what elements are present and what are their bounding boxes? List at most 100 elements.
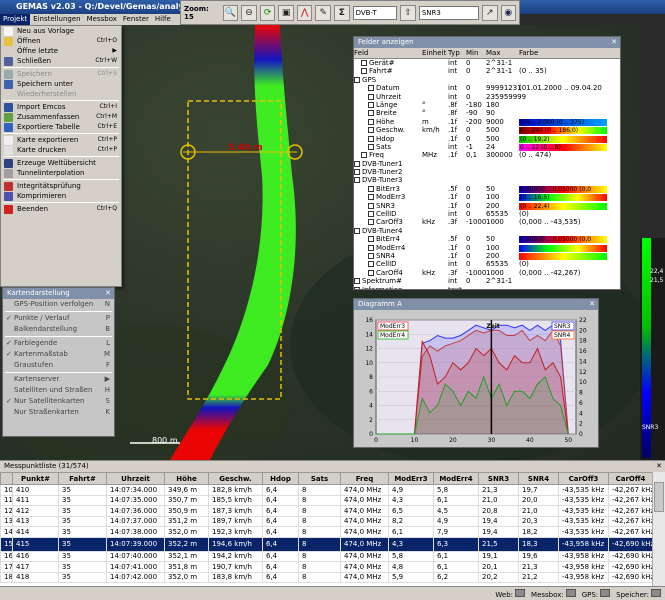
color-scale-bar[interactable]: (0 .. 16,5) (519, 194, 607, 202)
arrow-up-icon[interactable]: ⇧ (400, 4, 416, 21)
close-icon[interactable]: ✕ (105, 288, 111, 299)
column-header[interactable]: Hdop (262, 472, 299, 485)
felder-row[interactable]: DVB-Tuner1 (354, 160, 620, 168)
felder-cell-farbe[interactable] (519, 176, 607, 184)
menu-projekt[interactable]: Projekt (0, 14, 31, 25)
felder-row[interactable]: Hdop .1f 0 500 (0 .. 19,2) (354, 135, 620, 143)
felder-row[interactable]: DVB-Tuner4 (354, 227, 620, 235)
column-header[interactable] (0, 472, 13, 485)
felder-cell-farbe[interactable]: (0,000 .. -42,267) (519, 269, 607, 277)
felder-cell-farbe[interactable]: (0) (519, 210, 607, 218)
menu-item-1[interactable]: Öffnen Ctrl+O (1, 36, 121, 46)
table-row[interactable]: 12 412 35 14:07:36.000 350,9 m 187,3 km/h 6,4 8… (0, 505, 653, 517)
messpunkt-title-bar[interactable]: Messpunktliste (31/574) ✕ (0, 461, 665, 472)
menu-item-22[interactable]: Beenden Ctrl+Q (1, 204, 121, 214)
menu-item-14[interactable]: Karte drucken Ctrl+P (1, 145, 121, 155)
checkbox-icon[interactable] (368, 118, 374, 125)
table-row[interactable]: 15 415 35 14:07:39.000 352,2 m 194,6 km/h 6,4 8… (0, 536, 653, 552)
checkbox-icon[interactable] (368, 202, 374, 209)
standard-select[interactable]: DVB-T (352, 5, 398, 20)
color-scale-bar[interactable]: 0 .. 240 (0 .. 186,0) (519, 127, 607, 135)
checkbox-icon[interactable] (354, 227, 360, 234)
felder-row[interactable]: ModErr3 .1f 0 100 (0 .. 16,5) (354, 193, 620, 202)
felder-row[interactable]: Höhe m .1f -200 9000 -50 .. 2.000 (0 .. 375) (354, 118, 620, 126)
checkbox-icon[interactable] (368, 135, 374, 142)
felder-cell-farbe[interactable]: 0 .. 12 (0 .. 8) (519, 143, 607, 151)
camera-icon[interactable]: ▣ (278, 4, 294, 21)
menu-item-6[interactable]: Speichern unter (1, 79, 121, 89)
menu-item-2[interactable]: Öffne letzte ▶ (1, 46, 121, 56)
color-scale-bar[interactable] (519, 244, 607, 252)
checkbox-icon[interactable] (368, 261, 374, 268)
felder-row[interactable]: GPS (354, 76, 620, 84)
field-select[interactable]: SNR3 (418, 5, 479, 20)
felder-cell-farbe[interactable]: 0,00000 .. 0,05000 (0,0 (519, 185, 607, 193)
column-header[interactable]: ModErr3 (388, 472, 434, 485)
felder-row[interactable]: BitErr3 .5f 0 50 0,00000 .. 0,05000 (0,0 (354, 185, 620, 193)
table-row[interactable]: 16 416 35 14:07:40.000 352,1 m 194,2 km/h 6,4 8… (0, 550, 653, 562)
felder-row[interactable]: Fahrt# int 0 2^31-1 (0 .. 35) (354, 67, 620, 75)
kartendarstellung-item-9[interactable]: Kartenserver ▶ (3, 374, 114, 385)
felder-cell-farbe[interactable]: (01.01.2000 .. 09.04.20 (519, 84, 607, 92)
menu-item-20[interactable]: Komprimieren (1, 191, 121, 201)
felder-cell-farbe[interactable] (519, 59, 607, 67)
checkbox-icon[interactable] (368, 269, 374, 276)
felder-row[interactable]: CellID int 0 65535 (0) (354, 210, 620, 218)
felder-cell-farbe[interactable] (519, 160, 607, 168)
checkbox-icon[interactable] (368, 101, 374, 108)
felder-row[interactable]: Information text (354, 286, 620, 289)
checkbox-icon[interactable] (361, 152, 367, 159)
felder-cell-farbe[interactable]: (0 .. 22,4) (519, 202, 607, 210)
checkbox-icon[interactable] (354, 286, 360, 289)
column-header[interactable]: ModErr4 (433, 472, 479, 485)
felder-cell-farbe[interactable] (519, 244, 607, 252)
kartendarstellung-item-12[interactable]: Nur Straßenkarten K (3, 407, 114, 418)
checkbox-icon[interactable] (368, 211, 374, 218)
table-scrollbar[interactable] (652, 472, 665, 586)
menu-item-3[interactable]: Schließen Ctrl+W (1, 56, 121, 66)
scrollbar-thumb[interactable] (654, 482, 664, 512)
column-header[interactable]: SNR3 (478, 472, 519, 485)
felder-cell-farbe[interactable]: 0,00000 .. 0,05000 (0,0 (519, 235, 607, 244)
felder-header-min[interactable]: Min (466, 48, 486, 58)
menu-item-19[interactable]: Integritätsprüfung (1, 181, 121, 191)
column-header[interactable]: Uhrzeit (106, 472, 165, 485)
felder-header-max[interactable]: Max (486, 48, 519, 58)
checkbox-icon[interactable] (368, 127, 374, 134)
felder-row[interactable]: Datum int 0 99991231 (01.01.2000 .. 09.04.20 (354, 84, 620, 92)
felder-cell-farbe[interactable] (519, 109, 607, 117)
table-row[interactable]: 13 413 35 14:07:37.000 351,2 m 189,7 km/h 6,4 8… (0, 515, 653, 527)
felder-cell-farbe[interactable]: -50 .. 2.000 (0 .. 375) (519, 118, 607, 126)
menu-item-17[interactable]: Tunnelinterpolation (1, 168, 121, 178)
felder-cell-farbe[interactable]: (0) (519, 260, 607, 268)
checkbox-icon[interactable] (354, 177, 360, 184)
felder-cell-farbe[interactable] (519, 76, 607, 84)
felder-cell-farbe[interactable]: (0 .. 35) (519, 67, 607, 75)
table-row[interactable]: 11 411 35 14:07:35.000 350,7 m 185,5 km/h 6,4 8… (0, 494, 653, 506)
column-header[interactable]: Sats (298, 472, 341, 485)
felder-row[interactable]: Breite ° .8f -90 90 (354, 109, 620, 117)
color-scale-bar[interactable] (519, 252, 607, 260)
felder-row[interactable]: DVB-Tuner2 (354, 168, 620, 176)
close-icon[interactable]: ✕ (611, 37, 617, 48)
felder-cell-farbe[interactable] (519, 252, 607, 260)
felder-cell-farbe[interactable]: 0 .. 240 (0 .. 186,0) (519, 126, 607, 135)
table-row[interactable]: 14 414 35 14:07:38.000 352,0 m 192,3 km/h 6,4 8… (0, 526, 653, 538)
felder-cell-farbe[interactable] (519, 168, 607, 176)
felder-cell-farbe[interactable] (519, 101, 607, 109)
kartendarstellung-item-3[interactable]: Balkendarstellung B (3, 324, 114, 335)
color-scale-bar[interactable]: 0 .. 12 (0 .. 8) (519, 143, 607, 151)
felder-cell-farbe[interactable] (519, 93, 607, 101)
felder-row[interactable]: BitErr4 .5f 0 50 0,00000 .. 0,05000 (0,0 (354, 235, 620, 244)
menu-einstellungen[interactable]: Einstellungen (30, 14, 83, 25)
checkbox-icon[interactable] (368, 244, 374, 251)
sigma-icon[interactable]: Σ (334, 4, 350, 21)
checkbox-icon[interactable] (354, 76, 360, 83)
felder-row[interactable]: ModErr4 .1f 0 100 (354, 244, 620, 252)
column-header[interactable]: Punkt# (12, 472, 59, 485)
kartendarstellung-item-11[interactable]: ✓ Nur Satellitenkarten S (3, 396, 114, 407)
kartendarstellung-item-7[interactable]: Graustufen F (3, 360, 114, 371)
checkbox-icon[interactable] (354, 278, 360, 285)
felder-row[interactable]: Gerät# int 0 2^31-1 (354, 59, 620, 67)
menu-item-5[interactable]: Speichern Ctrl+S (1, 69, 121, 79)
